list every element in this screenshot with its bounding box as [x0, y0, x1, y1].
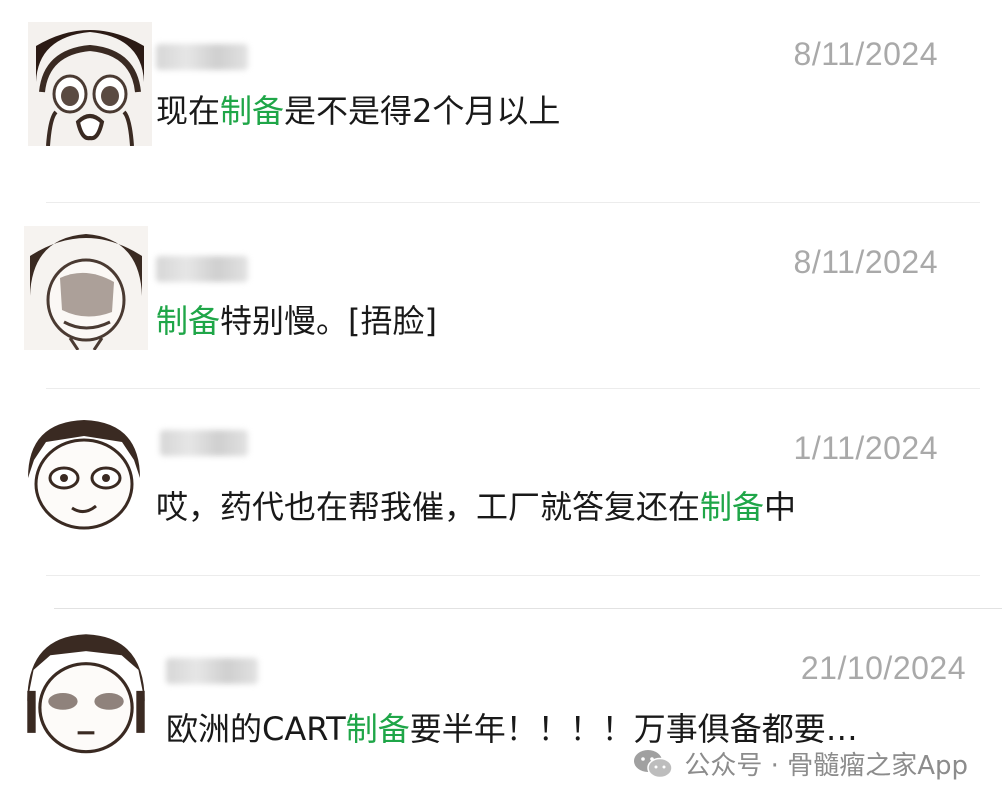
username-redacted: [166, 658, 258, 684]
comment-text: 制备特别慢。[捂脸]: [156, 296, 437, 342]
avatar[interactable]: [24, 226, 148, 350]
username-redacted: [160, 430, 248, 456]
avatar[interactable]: [28, 22, 152, 146]
username-redacted: [156, 256, 248, 282]
divider: [46, 202, 980, 203]
divider: [46, 388, 980, 389]
wechat-icon: [634, 749, 674, 778]
comment-item: 1/11/2024 哎，药代也在帮我催，工厂就答复还在制备中: [0, 390, 1002, 576]
comment-text: 欧洲的CART制备要半年！！！！万事俱备都要…: [166, 704, 858, 750]
username-redacted: [156, 44, 248, 70]
text-segment: 是不是得2个月以上: [284, 92, 561, 130]
watermark-text: 公众号 · 骨髓瘤之家App: [684, 751, 968, 781]
text-segment: 哎，药代也在帮我催，工厂就答复还在: [156, 488, 701, 526]
comment-date: 1/11/2024: [793, 430, 938, 466]
comment-date: 8/11/2024: [793, 244, 938, 280]
comment-text: 哎，药代也在帮我催，工厂就答复还在制备中: [156, 482, 796, 528]
divider: [54, 608, 1002, 609]
keyword-highlight[interactable]: 制备: [220, 92, 284, 130]
text-segment: 中: [764, 488, 797, 526]
text-segment: 现在: [156, 92, 221, 130]
text-segment: 要半年！！！！万事俱备都要…: [409, 710, 858, 748]
comment-text: 现在制备是不是得2个月以上: [156, 86, 560, 132]
comment-date: 21/10/2024: [800, 650, 966, 686]
divider: [46, 575, 980, 576]
text-segment: 欧洲的CART: [166, 710, 346, 748]
avatar[interactable]: [22, 412, 146, 536]
comment-item: 8/11/2024 制备特别慢。[捂脸]: [0, 204, 1002, 390]
text-segment: 特别慢。[捂脸]: [220, 302, 437, 340]
avatar[interactable]: [20, 628, 152, 758]
comment-date: 8/11/2024: [793, 36, 938, 72]
keyword-highlight[interactable]: 制备: [700, 488, 764, 526]
keyword-highlight[interactable]: 制备: [156, 302, 220, 340]
watermark: 公众号 · 骨髓瘤之家App: [632, 745, 968, 782]
comment-item: 8/11/2024 现在制备是不是得2个月以上: [0, 0, 1002, 204]
keyword-highlight[interactable]: 制备: [346, 710, 410, 748]
